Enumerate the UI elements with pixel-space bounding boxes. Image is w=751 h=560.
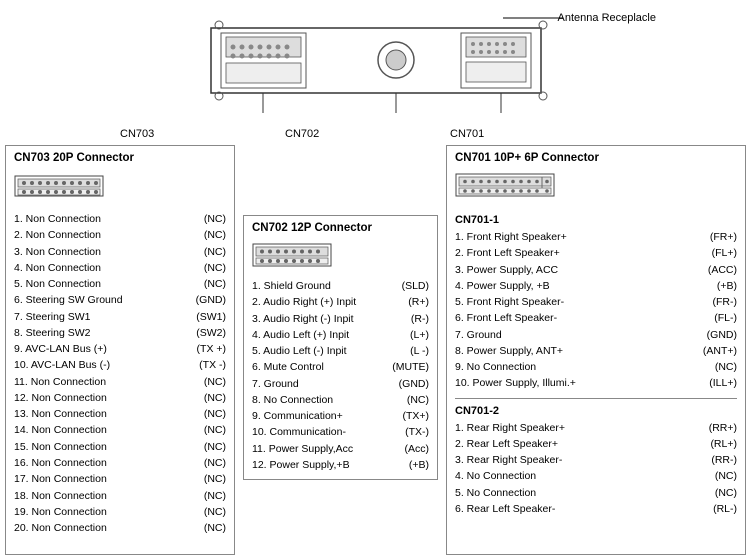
- list-item: 6. Front Left Speaker-(FL-): [455, 310, 737, 326]
- list-item: 18. Non Connection(NC): [14, 488, 226, 504]
- list-item: 10. AVC-LAN Bus (-)(TX -): [14, 357, 226, 373]
- list-item: 8. No Connection(NC): [252, 392, 429, 408]
- list-item: 11. Non Connection(NC): [14, 374, 226, 390]
- cn701-sub1-title: CN701-1: [455, 214, 737, 226]
- list-item: 10. Power Supply, Illumi.+(ILL+): [455, 375, 737, 391]
- list-item: 2. Front Left Speaker+(FL+): [455, 245, 737, 261]
- list-item: 20. Non Connection(NC): [14, 520, 226, 536]
- list-item: 9. Communication+(TX+): [252, 408, 429, 424]
- cn701-panel: CN701 10P+ 6P Connector: [446, 145, 746, 555]
- cn703-label: CN703: [120, 128, 154, 140]
- list-item: 3. Rear Right Speaker-(RR-): [455, 452, 737, 468]
- list-item: 5. No Connection(NC): [455, 485, 737, 501]
- list-item: 13. Non Connection(NC): [14, 406, 226, 422]
- list-item: 8. Steering SW2(SW2): [14, 325, 226, 341]
- cn701-title: CN701 10P+ 6P Connector: [455, 152, 737, 164]
- cn703-title: CN703 20P Connector: [14, 152, 226, 164]
- list-item: 7. Ground(GND): [455, 327, 737, 343]
- list-item: 16. Non Connection(NC): [14, 455, 226, 471]
- list-item: 5. Non Connection(NC): [14, 276, 226, 292]
- list-item: 7. Ground(GND): [252, 376, 429, 392]
- cn701-2-pin-list: 1. Rear Right Speaker+(RR+)2. Rear Left …: [455, 420, 737, 518]
- list-item: 11. Power Supply,Acc(Acc): [252, 441, 429, 457]
- list-item: 19. Non Connection(NC): [14, 504, 226, 520]
- cn701-sub2: CN701-2 1. Rear Right Speaker+(RR+)2. Re…: [455, 405, 737, 518]
- list-item: 4. Non Connection(NC): [14, 260, 226, 276]
- list-item: 4. Audio Left (+) Inpit(L+): [252, 327, 429, 343]
- cn701-connector-icon: [455, 172, 555, 198]
- cn701-1-pin-list: 1. Front Right Speaker+(FR+)2. Front Lef…: [455, 229, 737, 392]
- cn702-connector-icon: [252, 242, 332, 268]
- list-item: 1. Shield Ground(SLD): [252, 278, 429, 294]
- list-item: 12. Power Supply,+B(+B): [252, 457, 429, 473]
- list-item: 9. No Connection(NC): [455, 359, 737, 375]
- list-item: 3. Non Connection(NC): [14, 244, 226, 260]
- cn701-sub1: CN701-1 1. Front Right Speaker+(FR+)2. F…: [455, 214, 737, 392]
- cn701-sub2-title: CN701-2: [455, 405, 737, 417]
- list-item: 2. Non Connection(NC): [14, 227, 226, 243]
- list-item: 7. Steering SW1(SW1): [14, 309, 226, 325]
- list-item: 4. No Connection(NC): [455, 468, 737, 484]
- top-diagram: Antenna Receplacle: [0, 0, 751, 145]
- list-item: 5. Audio Left (-) Inpit(L -): [252, 343, 429, 359]
- connector-svg: [151, 13, 601, 123]
- list-item: 12. Non Connection(NC): [14, 390, 226, 406]
- list-item: 17. Non Connection(NC): [14, 471, 226, 487]
- list-item: 2. Audio Right (+) Inpit(R+): [252, 294, 429, 310]
- list-item: 1. Rear Right Speaker+(RR+): [455, 420, 737, 436]
- list-item: 1. Front Right Speaker+(FR+): [455, 229, 737, 245]
- cn702-label: CN702: [285, 128, 319, 140]
- list-item: 2. Rear Left Speaker+(RL+): [455, 436, 737, 452]
- list-item: 9. AVC-LAN Bus (+)(TX +): [14, 341, 226, 357]
- list-item: 8. Power Supply, ANT+(ANT+): [455, 343, 737, 359]
- list-item: 14. Non Connection(NC): [14, 422, 226, 438]
- list-item: 6. Rear Left Speaker-(RL-): [455, 501, 737, 517]
- antenna-line: [503, 17, 563, 19]
- list-item: 1. Non Connection(NC): [14, 211, 226, 227]
- list-item: 6. Steering SW Ground(GND): [14, 292, 226, 308]
- antenna-label: Antenna Receplacle: [558, 12, 656, 24]
- main-content: CN703 20P Connector: [0, 145, 751, 555]
- cn703-connector-icon: [14, 172, 104, 200]
- list-item: 10. Communication-(TX-): [252, 424, 429, 440]
- cn702-panel: CN702 12P Connector 1. Shield Ground(SLD…: [243, 215, 438, 480]
- list-item: 3. Audio Right (-) Inpit(R-): [252, 311, 429, 327]
- list-item: 3. Power Supply, ACC(ACC): [455, 262, 737, 278]
- cn702-title: CN702 12P Connector: [252, 222, 429, 234]
- cn702-pin-list: 1. Shield Ground(SLD)2. Audio Right (+) …: [252, 278, 429, 473]
- list-item: 5. Front Right Speaker-(FR-): [455, 294, 737, 310]
- cn701-divider: [455, 398, 737, 399]
- list-item: 6. Mute Control(MUTE): [252, 359, 429, 375]
- list-item: 4. Power Supply, +B(+B): [455, 278, 737, 294]
- cn701-label: CN701: [450, 128, 484, 140]
- cn703-pin-list: 1. Non Connection(NC)2. Non Connection(N…: [14, 211, 226, 536]
- list-item: 15. Non Connection(NC): [14, 439, 226, 455]
- cn703-panel: CN703 20P Connector: [5, 145, 235, 555]
